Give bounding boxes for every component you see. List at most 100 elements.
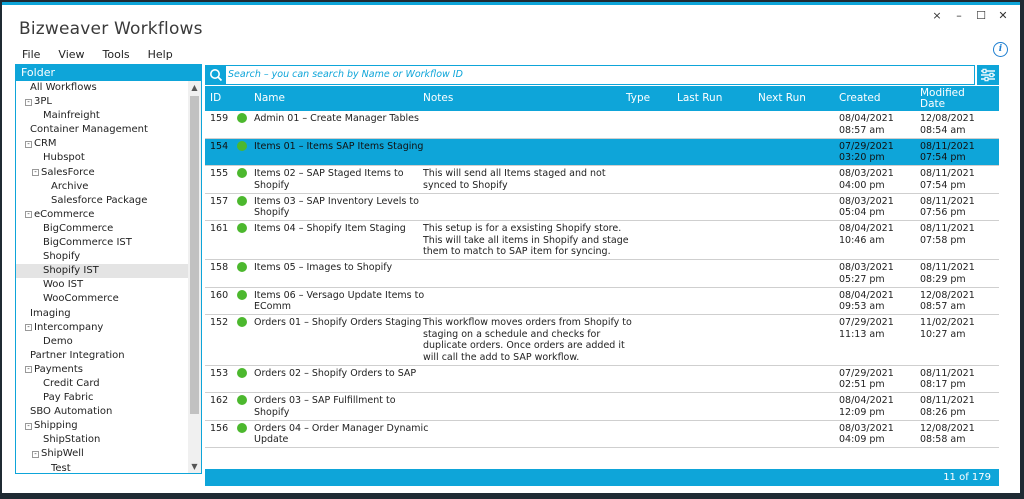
cell-created: 08/03/2021 05:27 pm: [839, 262, 917, 285]
collapse-icon[interactable]: -: [25, 422, 32, 430]
folder-item[interactable]: - ShipWell: [16, 447, 188, 461]
cell-name: Items 06 – Versago Update Items to EComm: [254, 290, 424, 313]
folder-item[interactable]: All Workflows: [16, 81, 188, 95]
cell-created-line: 04:00 pm: [839, 179, 885, 191]
folder-item[interactable]: - CRM: [16, 137, 188, 151]
workflow-panel: ID Name Notes Type Last Run Next Run Cre…: [205, 65, 999, 486]
collapse-icon[interactable]: -: [25, 324, 32, 332]
folder-item[interactable]: - Intercompany: [16, 321, 188, 335]
cell-modified-line: 08/11/2021: [920, 223, 975, 234]
menu-bar: File View Tools Help: [22, 48, 191, 61]
folder-item[interactable]: Imaging: [16, 307, 188, 321]
folder-item[interactable]: Archive: [16, 180, 188, 194]
table-row[interactable]: 152 Orders 01 – Shopify Orders Staging Thi…: [205, 315, 999, 366]
cell-id: 155: [210, 168, 229, 179]
menu-help[interactable]: Help: [148, 48, 173, 61]
table-row[interactable]: 159 Admin 01 – Create Manager Tables 08/04…: [205, 111, 999, 139]
column-header-name[interactable]: Name: [254, 86, 285, 111]
table-row[interactable]: 153 Orders 02 – Shopify Orders to SAP 07/2…: [205, 366, 999, 393]
search-icon[interactable]: [206, 66, 226, 84]
menu-tools[interactable]: Tools: [103, 48, 130, 61]
column-header-id[interactable]: ID: [210, 86, 221, 111]
column-header-next-run[interactable]: Next Run: [758, 86, 806, 111]
status-ok-icon: [237, 223, 247, 233]
cell-notes: This setup is for a exsisting Shopify st…: [423, 223, 629, 258]
maximize-button[interactable]: ☐: [970, 7, 992, 25]
menu-view[interactable]: View: [58, 48, 84, 61]
column-header-type[interactable]: Type: [626, 86, 650, 111]
folder-item[interactable]: -3PL: [16, 95, 188, 109]
minimize-button[interactable]: –: [948, 7, 970, 25]
table-row[interactable]: 157 Items 03 – SAP Inventory Levels to Sho…: [205, 194, 999, 221]
folder-item[interactable]: SBO Automation: [16, 405, 188, 419]
cell-created-line: 05:04 pm: [839, 207, 885, 218]
scroll-thumb[interactable]: [190, 96, 199, 414]
folder-item[interactable]: Credit Card: [16, 377, 188, 391]
folder-item[interactable]: - SalesForce: [16, 166, 188, 180]
folder-item[interactable]: - eCommerce: [16, 208, 188, 222]
folder-item[interactable]: Mainfreight: [16, 109, 188, 123]
scroll-down-icon[interactable]: ▼: [188, 460, 201, 473]
folder-item[interactable]: Shopify: [16, 250, 188, 264]
cell-created: 08/03/2021 05:04 pm: [839, 196, 917, 219]
folder-item[interactable]: BigCommerce: [16, 222, 188, 236]
scroll-up-icon[interactable]: ▲: [188, 81, 201, 94]
table-row[interactable]: 160 Items 06 – Versago Update Items to ECo…: [205, 288, 999, 315]
column-header-notes[interactable]: Notes: [423, 86, 453, 111]
folder-item-label: ShipWell: [41, 448, 84, 460]
status-ok-icon: [237, 168, 247, 178]
folder-item[interactable]: Salesforce Package: [16, 194, 188, 208]
collapse-icon[interactable]: -: [25, 98, 32, 106]
cell-modified: 08/11/2021 07:56 pm: [920, 196, 998, 219]
collapse-icon[interactable]: -: [25, 211, 32, 219]
cell-modified-line: 12/08/2021: [920, 289, 975, 301]
table-row[interactable]: 155 Items 02 – SAP Staged Items to Shopify…: [205, 166, 999, 194]
collapse-icon[interactable]: -: [25, 140, 32, 148]
close-button[interactable]: ✕: [992, 7, 1014, 25]
cell-created: 08/04/2021 10:46 am: [839, 223, 917, 246]
cell-modified-line: 07:58 pm: [920, 234, 966, 246]
folder-item[interactable]: Test: [16, 462, 188, 473]
grid-header: ID Name Notes Type Last Run Next Run Cre…: [205, 86, 999, 111]
window-close-icon[interactable]: ×: [926, 7, 948, 25]
folder-item[interactable]: Container Management: [16, 123, 188, 137]
info-icon[interactable]: i: [993, 42, 1008, 57]
cell-name-line: EComm: [254, 301, 291, 312]
folder-item[interactable]: Hubspot: [16, 151, 188, 165]
cell-modified-line: 08:29 pm: [920, 273, 966, 285]
table-row[interactable]: 162 Orders 03 – SAP Fulfillment to Shopify…: [205, 393, 999, 421]
status-ok-icon: [237, 262, 247, 272]
column-header-created[interactable]: Created: [839, 86, 881, 111]
search-input[interactable]: [228, 67, 968, 82]
app-title: Bizweaver Workflows: [19, 19, 203, 39]
folder-item-label: Partner Integration: [30, 349, 125, 361]
folder-item[interactable]: ShipStation: [16, 433, 188, 447]
collapse-icon[interactable]: -: [32, 169, 39, 177]
table-row[interactable]: 161 Items 04 – Shopify Item Staging This s…: [205, 221, 999, 260]
folder-item[interactable]: WooCommerce: [16, 292, 188, 306]
table-row[interactable]: 156 Orders 04 – Order Manager Dynamic Upda…: [205, 421, 999, 448]
table-row[interactable]: 154 Items 01 – Items SAP Items Staging 07/…: [205, 138, 999, 166]
cell-name-line: Shopify: [254, 179, 290, 191]
table-row[interactable]: 158 Items 05 – Images to Shopify 08/03/202…: [205, 260, 999, 288]
cell-created: 07/29/2021 02:51 pm: [839, 368, 917, 391]
menu-file[interactable]: File: [22, 48, 40, 61]
folder-scrollbar[interactable]: ▲ ▼: [188, 81, 201, 473]
folder-item-label: WooCommerce: [43, 293, 119, 305]
folder-item[interactable]: Pay Fabric: [16, 391, 188, 405]
folder-item[interactable]: Demo: [16, 335, 188, 349]
folder-item[interactable]: Partner Integration: [16, 349, 188, 363]
cell-modified-line: 12/08/2021: [920, 113, 975, 124]
cell-modified-line: 08:26 pm: [920, 406, 966, 418]
folder-item[interactable]: Woo IST: [16, 278, 188, 292]
column-header-modified-date[interactable]: Modified Date: [920, 86, 970, 111]
folder-item[interactable]: BigCommerce IST: [16, 236, 188, 250]
folder-item[interactable]: Shopify IST: [16, 264, 188, 279]
cell-modified-line: 08:57 am: [920, 301, 966, 312]
collapse-icon[interactable]: -: [32, 450, 39, 458]
folder-item[interactable]: - Shipping: [16, 419, 188, 433]
folder-item[interactable]: - Payments: [16, 363, 188, 377]
filter-settings-icon[interactable]: [977, 65, 999, 85]
column-header-last-run[interactable]: Last Run: [677, 86, 722, 111]
collapse-icon[interactable]: -: [25, 366, 32, 374]
